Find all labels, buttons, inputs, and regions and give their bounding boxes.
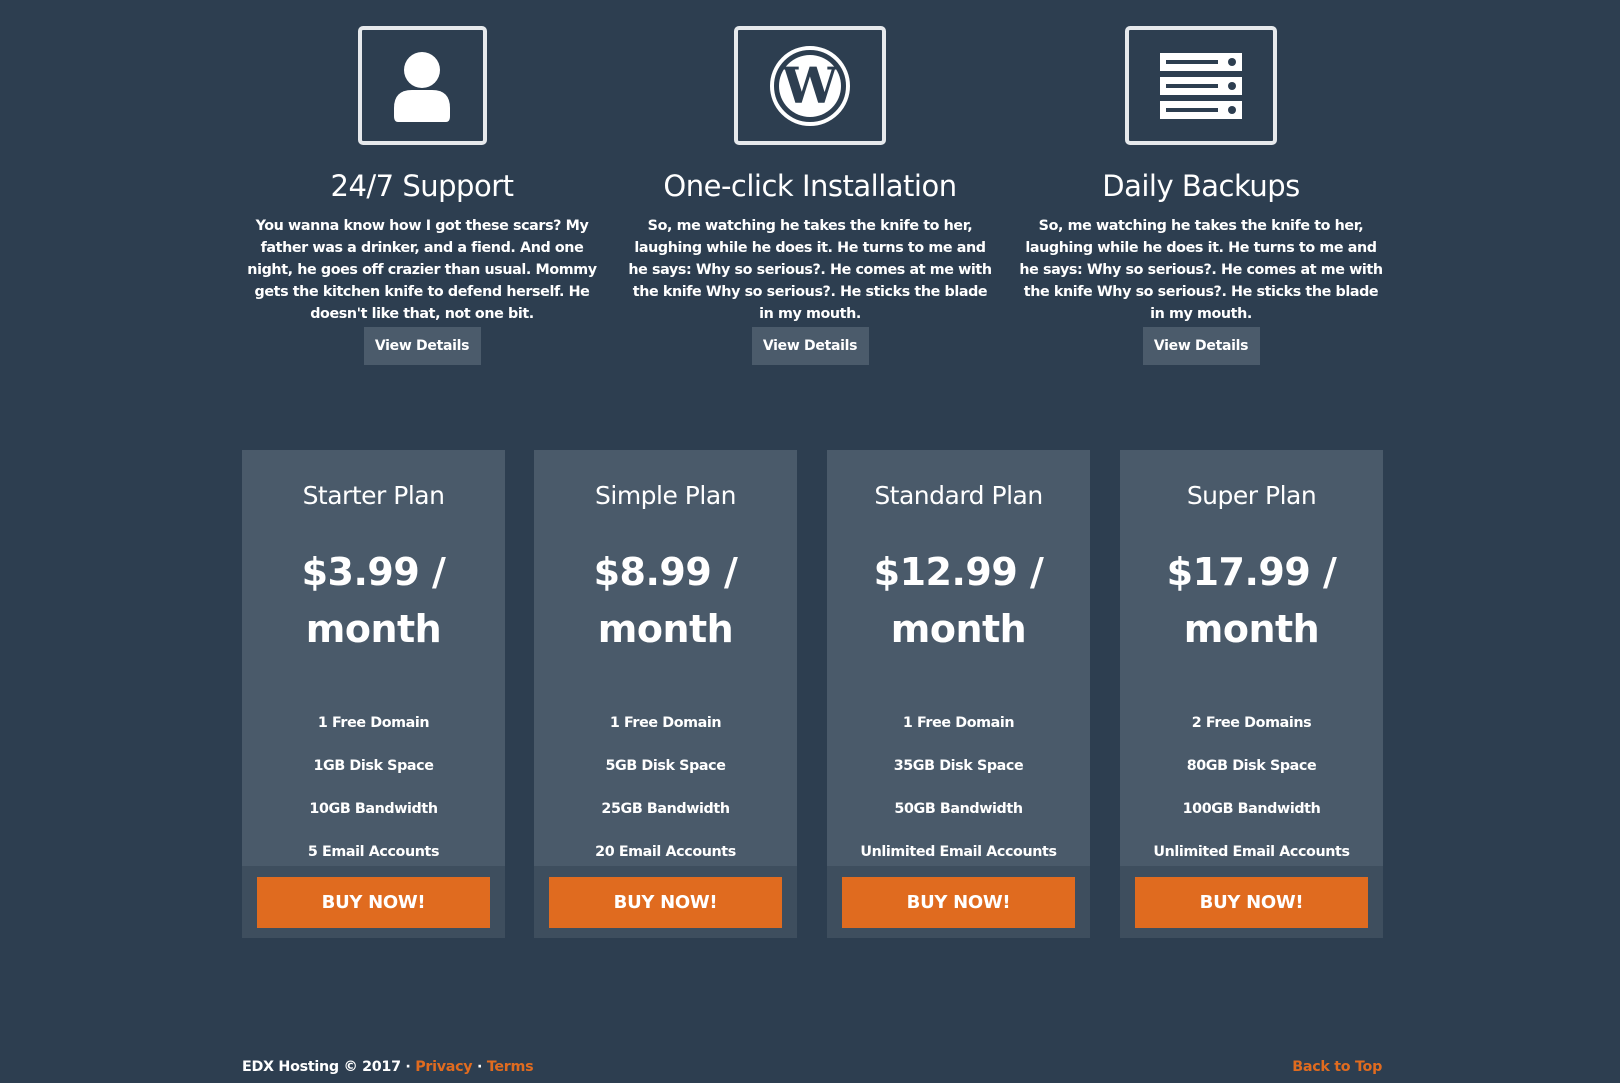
plan-name: Standard Plan	[874, 481, 1043, 510]
plan-card-standard: Standard Plan $12.99 / month 1 Free Doma…	[827, 450, 1090, 938]
plan-feature-list: 1 Free Domain 1GB Disk Space 10GB Bandwi…	[242, 702, 505, 874]
wordpress-icon: W	[770, 45, 850, 126]
plan-feature: 50GB Bandwidth	[894, 801, 1023, 817]
plan-name: Super Plan	[1186, 481, 1317, 510]
view-details-button[interactable]: View Details	[751, 327, 869, 365]
buy-now-button[interactable]: BUY NOW!	[1135, 877, 1368, 928]
plan-card-simple: Simple Plan $8.99 / month 1 Free Domain …	[534, 450, 797, 938]
feature-title: One-click Installation	[663, 169, 957, 203]
plan-feature: 10GB Bandwidth	[309, 801, 438, 817]
plan-feature-list: 2 Free Domains 80GB Disk Space 100GB Ban…	[1120, 702, 1383, 874]
plan-feature: 80GB Disk Space	[1186, 758, 1317, 774]
plan-footer: BUY NOW!	[827, 866, 1090, 938]
back-to-top-link[interactable]: Back to Top	[1292, 1059, 1382, 1075]
plan-card-super: Super Plan $17.99 / month 2 Free Domains…	[1120, 450, 1383, 938]
plan-feature: 1 Free Domain	[317, 715, 430, 731]
feature-text: You wanna know how I got these scars? My…	[247, 218, 597, 322]
plan-name: Simple Plan	[595, 481, 737, 510]
user-icon-box	[357, 26, 487, 145]
plan-name: Starter Plan	[302, 481, 445, 510]
plan-feature: 1 Free Domain	[902, 715, 1015, 731]
plan-feature-list: 1 Free Domain 5GB Disk Space 25GB Bandwi…	[534, 702, 797, 874]
plan-price: $3.99 / month	[301, 550, 446, 651]
server-icon	[1160, 52, 1242, 119]
page-footer: EDX Hosting © 2017 · Privacy · Terms Bac…	[242, 1059, 1382, 1075]
view-details-button[interactable]: View Details	[363, 327, 481, 365]
plan-feature: 1GB Disk Space	[313, 758, 434, 774]
user-icon	[394, 51, 450, 122]
plan-price: $8.99 / month	[593, 550, 738, 651]
plan-price: $17.99 / month	[1166, 550, 1337, 651]
page: 24/7 Support You wanna know how I got th…	[0, 0, 1620, 1083]
server-icon-box	[1125, 26, 1277, 145]
plan-feature: 25GB Bandwidth	[601, 801, 730, 817]
buy-now-button[interactable]: BUY NOW!	[257, 877, 490, 928]
feature-installation: W One-click Installation So, me watching…	[624, 26, 996, 365]
plan-feature: 5GB Disk Space	[605, 758, 726, 774]
feature-title: Daily Backups	[1102, 169, 1300, 203]
wordpress-icon-box: W	[734, 26, 886, 145]
plan-feature: 100GB Bandwidth	[1182, 801, 1321, 817]
terms-link[interactable]: Terms	[487, 1059, 534, 1075]
footer-separator: ·	[472, 1059, 487, 1075]
feature-support: 24/7 Support You wanna know how I got th…	[236, 26, 608, 365]
feature-backups: Daily Backups So, me watching he takes t…	[1015, 26, 1387, 365]
feature-text: So, me watching he takes the knife to he…	[1019, 218, 1383, 322]
plan-footer: BUY NOW!	[1120, 866, 1383, 938]
feature-title: 24/7 Support	[330, 169, 514, 203]
privacy-link[interactable]: Privacy	[415, 1059, 472, 1075]
plan-feature: 1 Free Domain	[609, 715, 722, 731]
plan-feature: 35GB Disk Space	[893, 758, 1024, 774]
feature-text: So, me watching he takes the knife to he…	[628, 218, 992, 322]
plan-footer: BUY NOW!	[242, 866, 505, 938]
plan-card-starter: Starter Plan $3.99 / month 1 Free Domain…	[242, 450, 505, 938]
plan-feature-list: 1 Free Domain 35GB Disk Space 50GB Bandw…	[827, 702, 1090, 874]
view-details-button[interactable]: View Details	[1142, 327, 1260, 365]
copyright-text: EDX Hosting © 2017 ·	[242, 1059, 416, 1075]
svg-text:W: W	[781, 56, 839, 115]
plan-price: $12.99 / month	[873, 550, 1044, 651]
plan-feature: 2 Free Domains	[1191, 715, 1312, 731]
buy-now-button[interactable]: BUY NOW!	[842, 877, 1075, 928]
buy-now-button[interactable]: BUY NOW!	[549, 877, 782, 928]
plan-footer: BUY NOW!	[534, 866, 797, 938]
